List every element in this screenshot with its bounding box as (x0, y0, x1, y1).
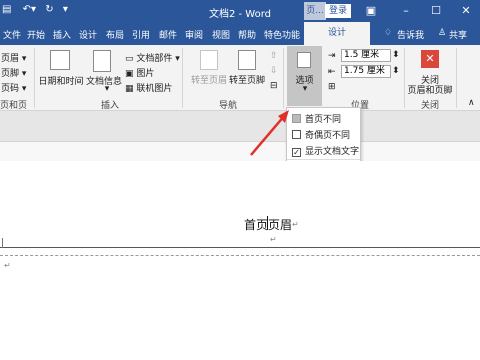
navigation-group-label: 导航 (218, 101, 237, 111)
document-info-dropdown-icon[interactable]: ▾ (102, 84, 112, 94)
next-section-icon: ⇩ (270, 66, 278, 76)
restore-button[interactable]: ☐ (425, 3, 447, 19)
annotation-arrow (250, 110, 289, 156)
login-button[interactable]: 登录 (325, 4, 351, 18)
group-separator (182, 48, 183, 108)
tab-references[interactable]: 引用 (132, 28, 150, 41)
link-to-previous-icon[interactable]: ⊟ (270, 81, 278, 91)
tab-file[interactable]: 文件 (3, 28, 21, 41)
quick-parts-button[interactable]: ▭ 文档部件 ▾ (125, 51, 180, 64)
goto-footer-icon[interactable] (238, 50, 256, 70)
lightbulb-icon: ♢ (384, 28, 393, 38)
tab-home[interactable]: 开始 (27, 28, 45, 41)
tab-header-footer-design[interactable]: 设计 (304, 22, 370, 45)
header-text[interactable]: 首页页眉 (244, 216, 292, 233)
picture-icon: ▣ (125, 69, 137, 79)
options-icon (297, 52, 311, 68)
show-document-text-option[interactable]: ✓ 显示文档文字 (292, 144, 359, 157)
tab-layout[interactable]: 布局 (106, 28, 124, 41)
group-separator (34, 48, 35, 108)
tab-insert[interactable]: 插入 (53, 28, 71, 41)
quick-parts-icon: ▭ (125, 54, 137, 64)
tab-review[interactable]: 审阅 (185, 28, 203, 41)
person-icon: ♙ (438, 28, 447, 38)
context-tab-label: 页... (304, 2, 326, 20)
group-separator (283, 48, 284, 108)
header-paragraph-mark: ↵ (292, 220, 299, 229)
tab-view[interactable]: 视图 (212, 28, 230, 41)
header-border-line (0, 247, 480, 248)
body-paragraph-mark: ↵ (4, 261, 11, 270)
tab-special-features[interactable]: 特色功能 (264, 28, 300, 41)
goto-footer-button[interactable]: 转至页脚 (226, 73, 268, 86)
header-top-icon: ⇥ (328, 51, 336, 61)
insert-alignment-tab-icon[interactable]: ⊞ (328, 82, 336, 92)
tab-help[interactable]: 帮助 (238, 28, 256, 41)
document-page[interactable] (0, 161, 480, 360)
date-time-button[interactable]: 日期和时间 (38, 74, 84, 87)
footer-position-spinner[interactable]: ⬍ (392, 66, 400, 76)
close-window-button[interactable]: ✕ (455, 3, 477, 19)
minimize-button[interactable]: – (395, 3, 417, 19)
footer-bottom-icon: ⇤ (328, 67, 336, 77)
header-position-spinner[interactable]: ⬍ (392, 50, 400, 60)
group-separator (456, 48, 457, 108)
document-info-icon[interactable] (93, 50, 111, 72)
close-header-footer-line2[interactable]: 页眉和页脚 (405, 83, 455, 96)
previous-section-icon: ⇧ (270, 51, 278, 61)
picture-button[interactable]: ▣ 图片 (125, 66, 154, 79)
tab-design[interactable]: 设计 (79, 28, 97, 41)
page-top-edge (0, 141, 480, 161)
different-odd-even-option[interactable]: 奇偶页不同 (292, 128, 350, 141)
footer-dropdown[interactable]: 页脚 ▾ (1, 66, 26, 79)
header-position-input[interactable]: 1.5 厘米 (341, 49, 391, 62)
text-cursor (267, 216, 268, 230)
tell-me-search[interactable]: 告诉我 (397, 28, 424, 41)
options-dropdown-icon: ▾ (302, 84, 308, 94)
share-button[interactable]: 共享 (449, 28, 467, 41)
goto-header-button: 转至页眉 (190, 76, 227, 86)
ribbon-display-options-icon[interactable]: ▣ (360, 3, 382, 19)
page-number-dropdown[interactable]: 页码 ▾ (1, 81, 26, 94)
goto-header-icon (200, 50, 218, 70)
calendar-icon[interactable] (50, 50, 70, 70)
insert-group-label: 插入 (100, 101, 119, 111)
collapse-ribbon-icon[interactable]: ∧ (468, 98, 475, 108)
online-picture-button[interactable]: ▦ 联机图片 (125, 81, 172, 94)
header-boundary-dashed-line (0, 255, 480, 256)
ribbon-tabs: 文件 开始 插入 设计 布局 引用 邮件 审阅 视图 帮助 特色功能 ♢ 告诉我… (0, 22, 480, 45)
close-header-footer-icon[interactable]: ✕ (421, 50, 439, 68)
online-picture-icon: ▦ (125, 84, 137, 94)
header-second-paragraph-mark: ↵ (270, 235, 277, 244)
different-first-page-option[interactable]: 首页不同 (292, 112, 341, 125)
tab-mailings[interactable]: 邮件 (159, 28, 177, 41)
close-group-label: 关闭 (420, 101, 439, 111)
header-dropdown[interactable]: 页眉 ▾ (1, 51, 26, 64)
margin-corner-mark (2, 238, 3, 248)
footer-position-input[interactable]: 1.75 厘米 (341, 65, 391, 78)
